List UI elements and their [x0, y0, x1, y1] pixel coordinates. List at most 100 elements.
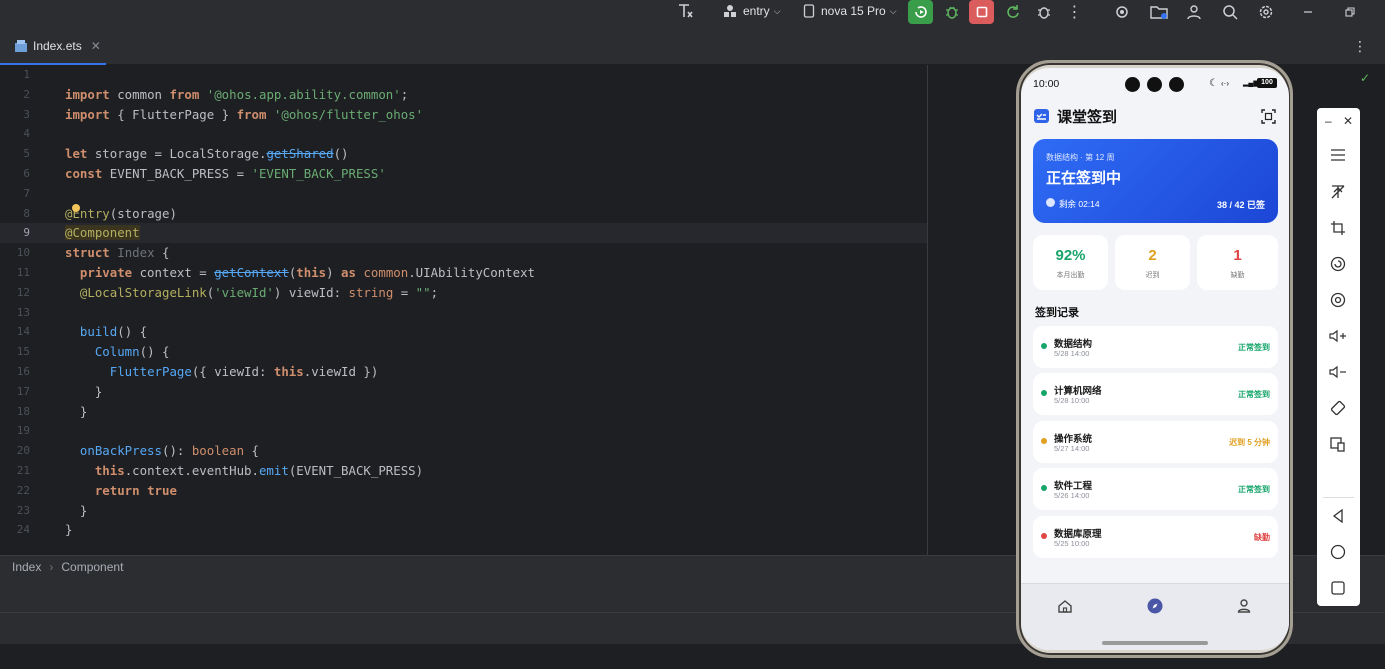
- record-status: 迟到 5 分钟: [1229, 438, 1270, 447]
- stat-label: 本月出勤: [1056, 272, 1085, 279]
- home-icon[interactable]: [1057, 598, 1073, 614]
- volume-up-icon[interactable]: [1328, 326, 1348, 346]
- record-course: 数据结构: [1054, 339, 1093, 350]
- divider: [1323, 497, 1354, 498]
- app-title: 课堂签到: [1057, 109, 1118, 126]
- record-time: 5/28 14:00: [1054, 349, 1090, 358]
- list-item[interactable]: 数据库原理 5/25 10:00 缺勤: [1033, 516, 1278, 558]
- right-margin-guide: [927, 65, 928, 555]
- record-status: 正常签到: [1238, 343, 1270, 352]
- device-selector[interactable]: nova 15 Pro ⌵: [803, 0, 897, 22]
- stop-button[interactable]: [969, 0, 994, 24]
- code-line-6: const EVENT_BACK_PRESS = 'EVENT_BACK_PRE…: [65, 166, 386, 181]
- recents-icon[interactable]: [1328, 578, 1348, 598]
- minimize-icon[interactable]: –: [1325, 114, 1332, 128]
- record-time: 5/26 14:00: [1054, 491, 1090, 500]
- line-number: 7: [23, 186, 30, 200]
- record-icon[interactable]: [1328, 254, 1348, 274]
- run-button[interactable]: [908, 0, 933, 24]
- text-format-icon[interactable]: [676, 2, 694, 20]
- home-indicator: [1102, 641, 1208, 645]
- stat-value: 92%: [1055, 247, 1086, 264]
- camera-cutout: [1125, 77, 1140, 92]
- phone-icon: [803, 4, 815, 18]
- user-icon[interactable]: [1236, 598, 1252, 614]
- breadcrumb-item-component[interactable]: Component: [61, 560, 123, 574]
- code-line-10: struct Index {: [65, 245, 170, 261]
- stat-value: 2: [1148, 247, 1157, 264]
- line-number: 15: [16, 345, 30, 359]
- location-icon[interactable]: [1328, 290, 1348, 310]
- back-icon[interactable]: [1328, 506, 1348, 526]
- screenshot-icon[interactable]: [1328, 434, 1348, 454]
- status-dot: [1041, 533, 1047, 539]
- minimize-button[interactable]: [1295, 0, 1320, 24]
- list-item[interactable]: 计算机网络 5/28 10:00 正常签到: [1033, 373, 1278, 415]
- line-number: 14: [16, 325, 30, 339]
- line-number: 9: [23, 226, 30, 240]
- line-number: 5: [23, 147, 30, 161]
- code-line-3: import { FlutterPage } from '@ohos/flutt…: [65, 106, 424, 122]
- battery-icon: 100: [1257, 78, 1277, 88]
- code-line-12: @LocalStorageLink('viewId') viewId: stri…: [79, 284, 439, 300]
- code-line-20: onBackPress(): boolean {: [79, 443, 259, 459]
- record-course: 软件工程: [1054, 481, 1093, 492]
- folder-sync-icon[interactable]: [1146, 0, 1171, 24]
- list-item[interactable]: 操作系统 5/27 14:00 迟到 5 分钟: [1033, 421, 1278, 463]
- record-status: 正常签到: [1238, 390, 1270, 399]
- restore-button[interactable]: [1337, 0, 1362, 24]
- code-line-21: this.context.eventHub.emit(EVENT_BACK_PR…: [94, 463, 424, 478]
- status-dot: [1041, 390, 1047, 396]
- status-dot: [1041, 343, 1047, 349]
- camera-cutout: [1147, 77, 1162, 92]
- record-course: 操作系统: [1054, 434, 1093, 445]
- tab-index-ets[interactable]: Index.ets ✕: [0, 28, 106, 65]
- settings-icon[interactable]: [1253, 0, 1278, 24]
- line-number: 6: [23, 167, 30, 180]
- stat-card-late[interactable]: 2 迟到: [1115, 235, 1190, 290]
- stat-card-attendance[interactable]: 92% 本月出勤: [1033, 235, 1108, 290]
- lightbulb-icon[interactable]: [72, 204, 80, 212]
- account-icon[interactable]: [1181, 0, 1206, 24]
- rotate-icon[interactable]: [1328, 398, 1348, 418]
- line-gutter: 1 2 3 4 5 6 7 8 9 10 11 12 13 14 15 16 17 18 19 20 21 22 23 24: [0, 65, 60, 555]
- code-line-2: import common from '@ohos.app.ability.co…: [65, 86, 409, 102]
- timer-icon: [1046, 198, 1055, 207]
- line-number: 21: [16, 464, 30, 477]
- volume-down-icon[interactable]: [1328, 362, 1348, 382]
- line-number: 12: [16, 285, 30, 299]
- search-icon[interactable]: [1217, 0, 1242, 24]
- check-icon: ✓: [1360, 71, 1371, 85]
- breadcrumb-item-index[interactable]: Index: [12, 560, 41, 574]
- close-icon[interactable]: ✕: [1343, 114, 1353, 128]
- list-item[interactable]: 软件工程 5/26 14:00 正常签到: [1033, 468, 1278, 510]
- attach-debugger-button[interactable]: [1031, 0, 1056, 24]
- more-icon[interactable]: ⋮: [1062, 0, 1087, 24]
- code-line-16: FlutterPage({ viewId: this.viewId }): [109, 364, 379, 379]
- pin-off-icon[interactable]: [1328, 182, 1348, 202]
- home-button-icon[interactable]: [1328, 542, 1348, 562]
- apply-changes-button[interactable]: [1000, 0, 1025, 24]
- code-line-11: private context = getContext(this) as co…: [79, 265, 536, 280]
- target-icon[interactable]: [1109, 0, 1134, 24]
- code-line-22: return true: [94, 482, 177, 498]
- record-time: 5/28 10:00: [1054, 396, 1090, 405]
- compass-icon[interactable]: [1147, 598, 1163, 614]
- checkin-banner[interactable]: 数据结构 · 第 12 周 正在签到中 剩余 02:14 38 / 42 已签: [1033, 139, 1278, 223]
- line-number: 17: [16, 384, 30, 398]
- data-transfer-icon: ‹·›: [1221, 79, 1229, 88]
- list-item[interactable]: 数据结构 5/28 14:00 正常签到: [1033, 326, 1278, 368]
- stat-card-absent[interactable]: 1 缺勤: [1197, 235, 1278, 290]
- main-toolbar: entry ⌵ nova 15 Pro ⌵ ⋮: [0, 0, 1385, 28]
- line-number: 19: [16, 424, 30, 438]
- close-icon[interactable]: ✕: [91, 39, 101, 53]
- module-selector[interactable]: entry ⌵: [722, 0, 781, 22]
- module-icon: [722, 4, 738, 18]
- scan-icon[interactable]: [1261, 109, 1276, 124]
- line-number: 16: [16, 365, 30, 378]
- crop-icon[interactable]: [1328, 218, 1348, 238]
- line-number: 1: [23, 68, 30, 81]
- debug-button[interactable]: [939, 0, 964, 24]
- tab-options-icon[interactable]: ⋮: [1353, 38, 1367, 55]
- menu-icon[interactable]: [1328, 145, 1348, 165]
